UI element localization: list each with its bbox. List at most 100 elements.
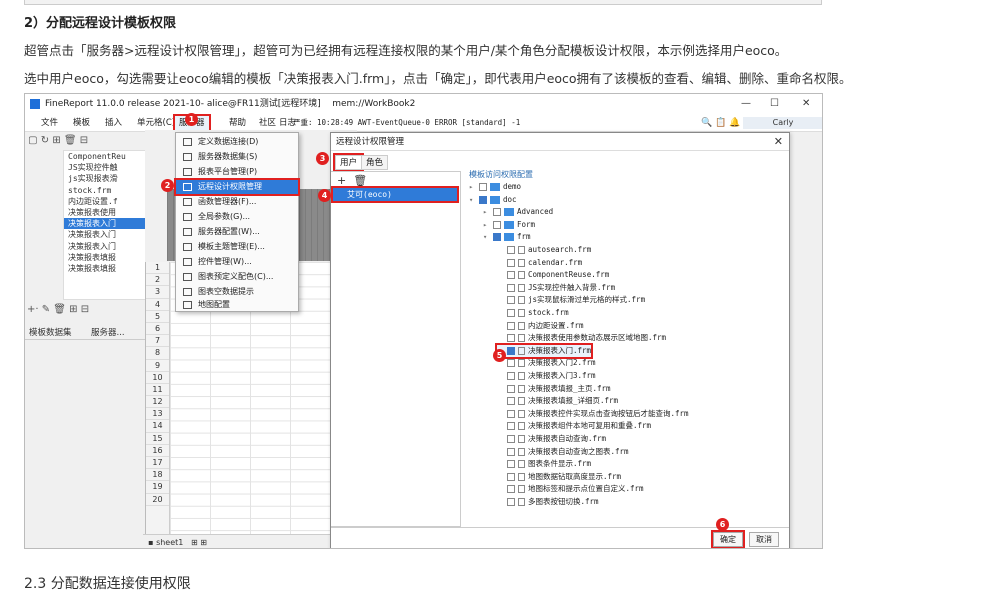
tree-file[interactable]: 决策报表使用参数动态展示区域地图.frm xyxy=(497,332,666,345)
tree-file[interactable]: 决策报表入门3.frm xyxy=(497,370,596,383)
tab-server-dataset[interactable]: 服务器... xyxy=(91,326,125,340)
expand-arrow-icon[interactable]: ▾ xyxy=(483,231,493,244)
expand-arrow-icon[interactable]: ▸ xyxy=(483,219,493,232)
menu-item-label: 服务器配置(W)... xyxy=(198,227,260,236)
user-account[interactable]: Carly xyxy=(743,117,822,129)
checkbox[interactable] xyxy=(507,409,515,418)
maximize-button[interactable]: ☐ xyxy=(770,94,779,114)
tree-folder[interactable]: ▸ Form xyxy=(483,219,535,232)
tree-file[interactable]: autosearch.frm xyxy=(497,244,591,257)
checkbox[interactable] xyxy=(507,359,515,368)
menu-item-remote-permission[interactable]: 远程设计权限管理 xyxy=(174,178,300,196)
checkbox[interactable] xyxy=(493,233,501,242)
checkbox[interactable] xyxy=(507,372,515,380)
checkbox[interactable] xyxy=(479,195,487,204)
tree-file[interactable]: 地图数据钻取高度显示.frm xyxy=(497,471,621,484)
checkbox[interactable] xyxy=(507,246,515,254)
menu-item-define-connection[interactable]: 定义数据连接(D) xyxy=(176,135,298,149)
tree-file[interactable]: 决策报表自动查询.frm xyxy=(497,433,606,446)
tree-file[interactable]: 决策报表填报_详细页.frm xyxy=(497,395,618,408)
tree-file[interactable]: 决策报表入门2.frm xyxy=(497,357,596,370)
checkbox[interactable] xyxy=(507,309,515,317)
checkbox[interactable] xyxy=(507,346,515,355)
checkbox[interactable] xyxy=(507,447,515,456)
tree-file[interactable]: stock.frm xyxy=(497,307,569,320)
tree-file[interactable]: 决策报表填报_主页.frm xyxy=(497,383,611,396)
expand-arrow-icon[interactable]: ▸ xyxy=(483,206,493,219)
row-number: 19 xyxy=(146,481,169,494)
expand-arrow-icon[interactable]: ▾ xyxy=(469,194,479,207)
expand-arrow-icon[interactable]: ▸ xyxy=(469,181,479,194)
checkbox[interactable] xyxy=(493,220,501,229)
close-button[interactable]: ✕ xyxy=(802,94,810,114)
menu-template[interactable]: 模板 xyxy=(73,114,90,132)
checkbox[interactable] xyxy=(507,258,515,267)
checkbox[interactable] xyxy=(507,321,515,330)
row-header: 1 2 3 4 5 6 7 8 9 10 11 12 13 14 15 16 1… xyxy=(146,262,170,534)
permission-panel-title: 模板访问权限配置 xyxy=(469,170,533,179)
checkbox[interactable] xyxy=(507,296,515,305)
cancel-button[interactable]: 取消 xyxy=(749,532,779,547)
checkbox[interactable] xyxy=(507,334,515,343)
add-sheet-icon[interactable]: ⊞ ⊞ xyxy=(191,538,207,547)
checkbox[interactable] xyxy=(507,283,515,292)
tab-roles[interactable]: 角色 xyxy=(361,155,389,170)
tab-users[interactable]: 用户 xyxy=(332,153,365,172)
menu-insert[interactable]: 插入 xyxy=(105,114,122,132)
checkbox[interactable] xyxy=(507,397,515,406)
add-user-icon[interactable]: + xyxy=(337,174,346,187)
tree-toolbar[interactable]: +· ✎ 🗑 ⊞ ⊟ xyxy=(27,304,157,318)
checkbox[interactable] xyxy=(507,460,515,469)
checkbox[interactable] xyxy=(493,208,501,217)
tree-node-label: autosearch.frm xyxy=(528,245,592,254)
tree-file[interactable]: 决策报表自动查询之图表.frm xyxy=(497,446,629,459)
tree-file[interactable]: 地图标签和提示点位置自定义.frm xyxy=(497,483,644,496)
menu-item-widget-manager[interactable]: 控件管理(W)... xyxy=(176,255,298,269)
file-icon xyxy=(518,271,525,280)
menu-item-server-dataset[interactable]: 服务器数据集(S) xyxy=(176,150,298,164)
minimize-button[interactable]: — xyxy=(741,94,751,114)
tree-folder[interactable]: ▾ doc xyxy=(469,194,517,207)
checkbox[interactable] xyxy=(507,271,515,280)
tree-folder[interactable]: ▸ Advanced xyxy=(483,206,553,219)
menu-item-chart-colors[interactable]: 图表预定义配色(C)... xyxy=(176,270,298,284)
tree-file[interactable]: ComponentReuse.frm xyxy=(497,269,609,282)
tree-file[interactable]: 内边距设置.frm xyxy=(497,320,584,333)
checkbox[interactable] xyxy=(507,485,515,494)
tree-file[interactable]: calendar.frm xyxy=(497,257,582,270)
menu-item-function-manager[interactable]: 函数管理器(F)... xyxy=(176,195,298,209)
tree-file[interactable]: js实现鼠标滑过单元格的样式.frm xyxy=(497,294,645,307)
menu-item-theme-manager[interactable]: 模板主题管理(E)... xyxy=(176,240,298,254)
checkbox[interactable] xyxy=(507,384,515,393)
checkbox[interactable] xyxy=(507,498,515,506)
tree-file[interactable]: 决策报表入门.frm xyxy=(494,342,594,360)
ok-button[interactable]: 确定 xyxy=(711,530,745,548)
empty-chart-icon xyxy=(183,288,192,296)
user-item-eoco[interactable]: 艾可(eoco) xyxy=(331,186,459,203)
file-icon xyxy=(518,409,525,418)
menu-file[interactable]: 文件 xyxy=(41,114,58,132)
tree-file[interactable]: 多图表按钮切换.frm xyxy=(497,496,599,509)
checkbox[interactable] xyxy=(479,183,487,191)
tree-folder[interactable]: ▾ frm xyxy=(483,231,531,244)
menu-item-chart-empty[interactable]: 图表空数据提示 xyxy=(176,285,298,299)
tree-folder[interactable]: ▸ demo xyxy=(469,181,521,194)
template-permission-panel: 模板访问权限配置 ▸ demo ▾ doc ▸ Advanced ▸ Form ▾ frm auto… xyxy=(467,170,785,527)
dialog-close-icon[interactable]: ✕ xyxy=(774,133,783,151)
checkbox[interactable] xyxy=(507,435,515,443)
menu-item-server-config[interactable]: 服务器配置(W)... xyxy=(176,225,298,239)
menu-item-platform[interactable]: 报表平台管理(P) xyxy=(176,165,298,179)
step-badge-1: 1 xyxy=(185,113,198,126)
tree-file[interactable]: 图表条件显示.frm xyxy=(497,458,591,471)
menu-item-global-params[interactable]: 全局参数(G)... xyxy=(176,210,298,224)
checkbox[interactable] xyxy=(507,472,515,481)
checkbox[interactable] xyxy=(507,422,515,431)
tree-file[interactable]: JS实现控件触入背景.frm xyxy=(497,282,615,295)
tree-file[interactable]: 决策报表组件本地可复用和重叠.frm xyxy=(497,420,651,433)
delete-user-icon[interactable]: 🗑 xyxy=(353,174,367,187)
sheet-tab[interactable]: sheet1 xyxy=(156,538,183,547)
tab-template-dataset[interactable]: 模板数据集 xyxy=(29,326,72,340)
file-icon xyxy=(518,359,525,368)
tree-file[interactable]: 决策报表控件实现点击查询按钮后才能查询.frm xyxy=(497,408,689,421)
menu-item-map-config[interactable]: 地图配置 xyxy=(176,298,298,312)
